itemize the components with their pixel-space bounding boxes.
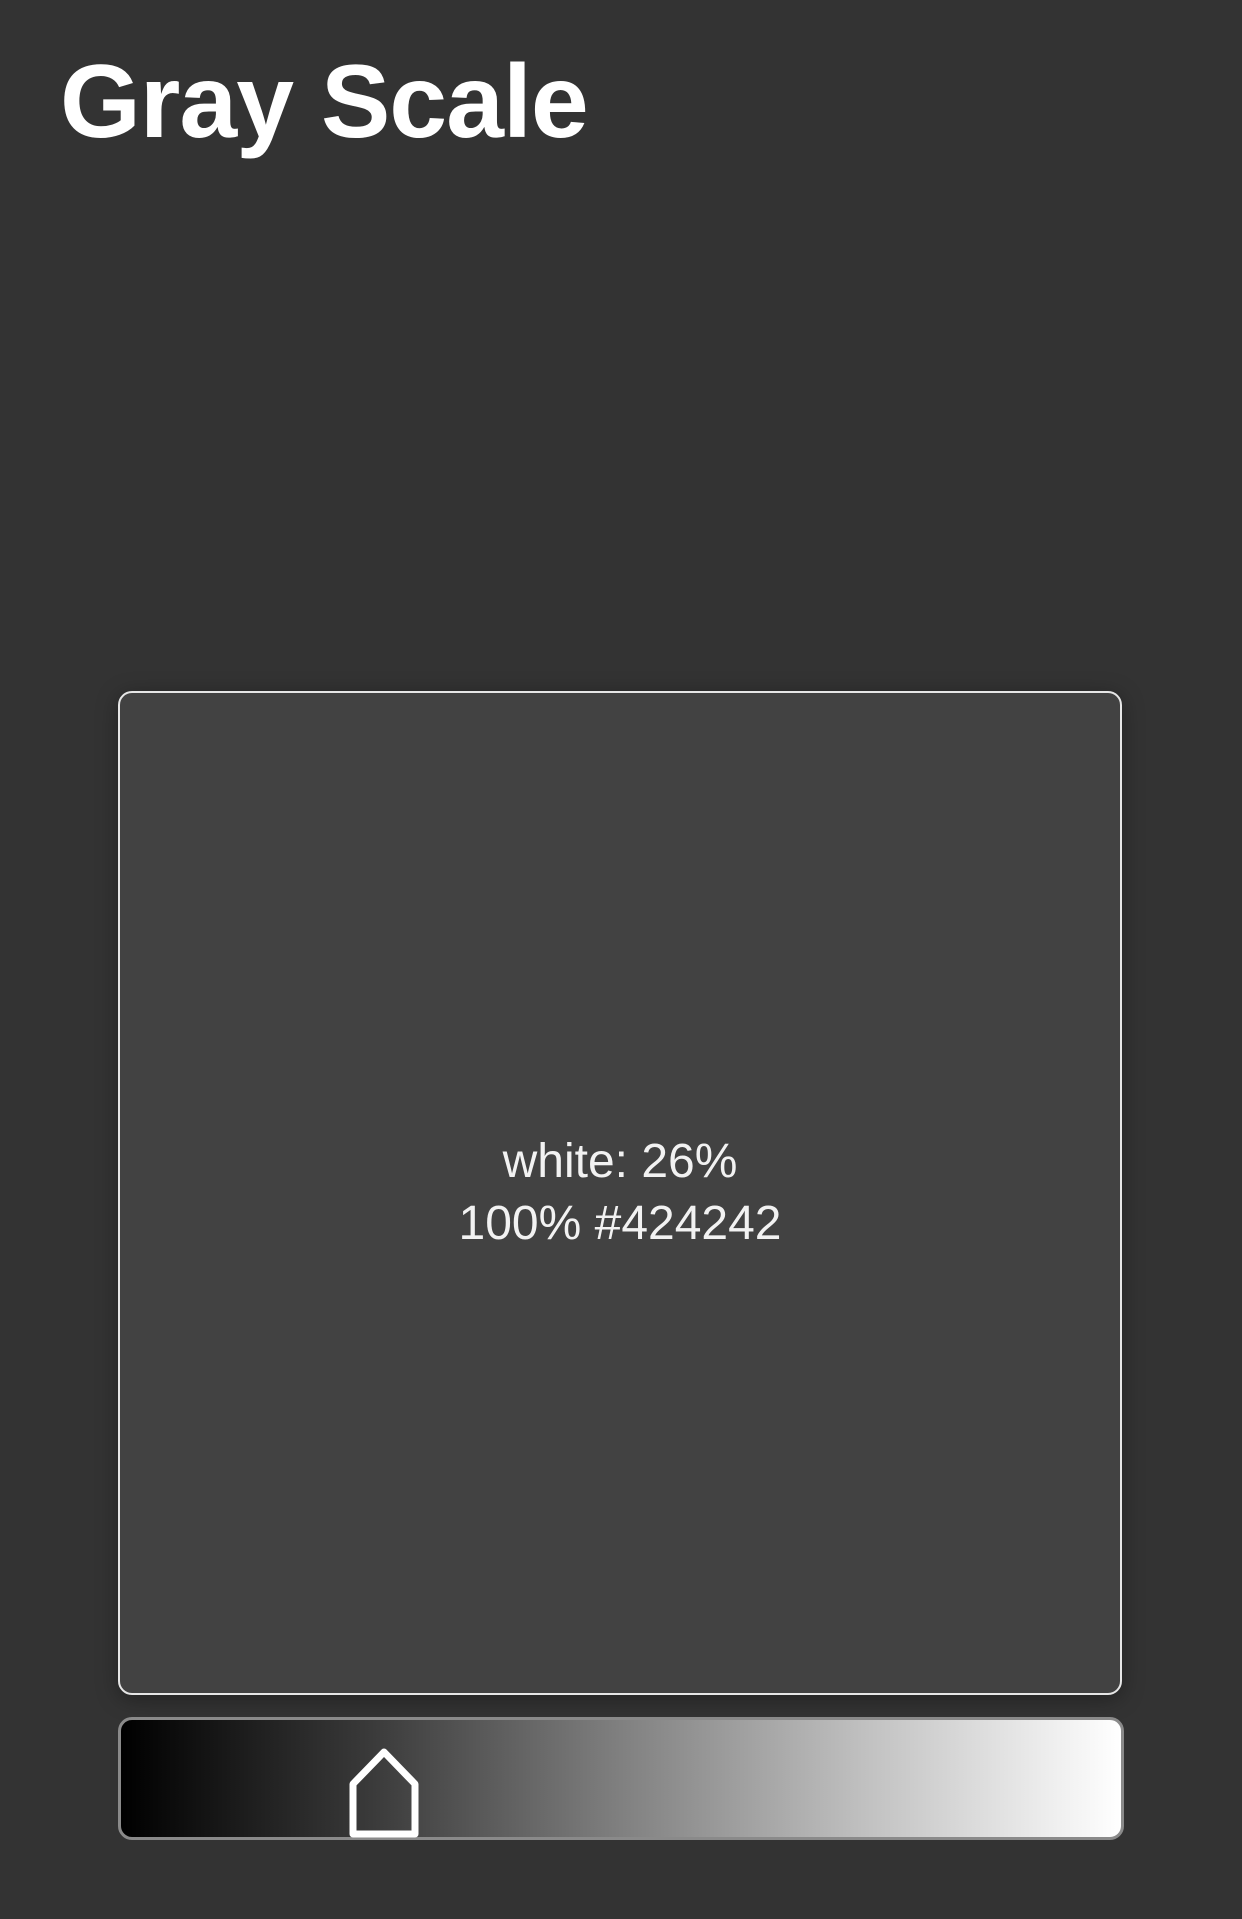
gray-scale-slider[interactable]	[118, 1717, 1124, 1840]
white-percentage-text: white: 26%	[502, 1135, 738, 1188]
color-swatch: white: 26% 100% #424242	[118, 691, 1122, 1695]
page-title: Gray Scale	[60, 44, 589, 160]
house-outline-icon[interactable]	[348, 1748, 420, 1838]
opacity-hex-text: 100% #424242	[458, 1197, 782, 1250]
swatch-label: white: 26% 100% #424242	[459, 1131, 782, 1255]
